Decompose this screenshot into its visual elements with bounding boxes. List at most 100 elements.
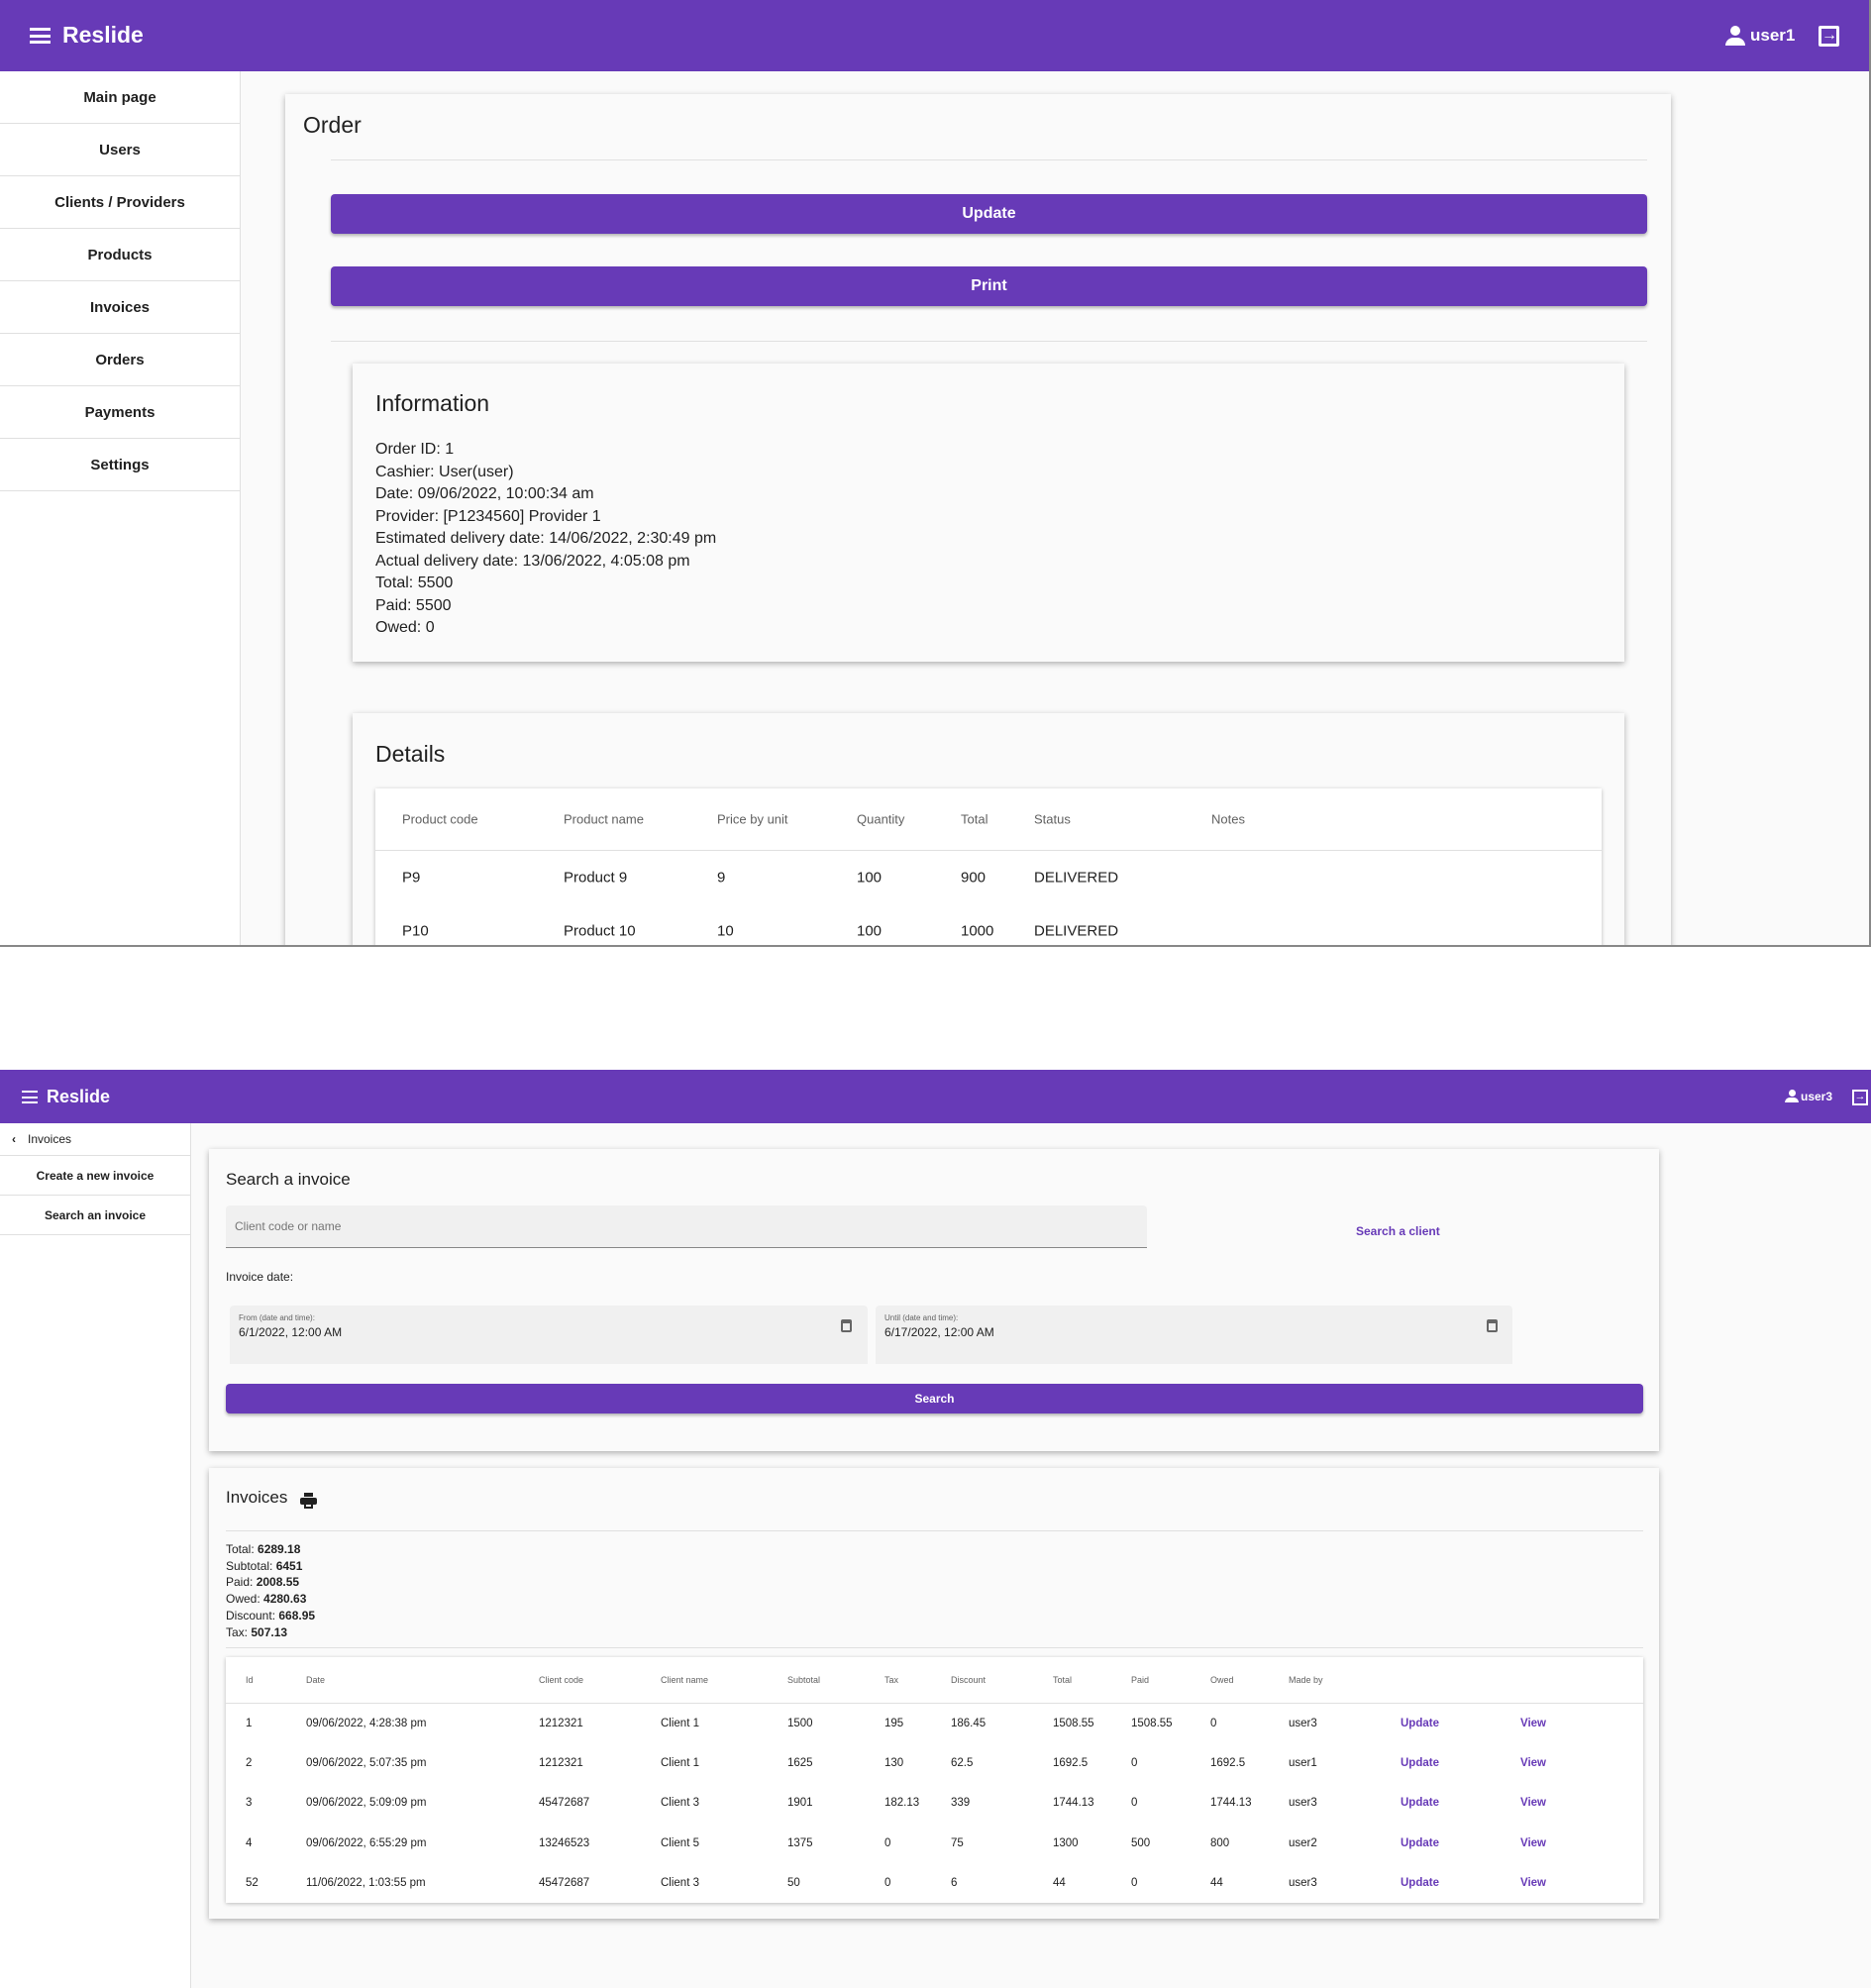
view-link[interactable]: View xyxy=(1520,1757,1546,1769)
summary-label: Paid: xyxy=(226,1575,257,1590)
update-link[interactable]: Update xyxy=(1401,1718,1439,1729)
view-link[interactable]: View xyxy=(1520,1718,1546,1729)
view-link[interactable]: View xyxy=(1520,1837,1546,1849)
app-header: Reslide user3 → xyxy=(0,1070,1871,1123)
table-cell: 1 xyxy=(246,1718,253,1729)
column-header: Status xyxy=(1034,811,1071,827)
update-link[interactable]: Update xyxy=(1401,1797,1439,1809)
column-header: Price by unit xyxy=(717,811,788,827)
table-cell: 0 xyxy=(1131,1876,1138,1889)
calendar-icon[interactable] xyxy=(1487,1319,1498,1332)
from-date-label: From (date and time): xyxy=(239,1313,315,1322)
sidebar-back-invoices[interactable]: ‹ Invoices xyxy=(0,1123,190,1156)
sidebar-item-users[interactable]: Users xyxy=(0,124,240,176)
update-button[interactable]: Update xyxy=(331,194,1647,234)
summary-label: Subtotal: xyxy=(226,1558,276,1573)
app-title: Reslide xyxy=(47,1087,111,1106)
logout-icon[interactable]: → xyxy=(1852,1090,1868,1105)
table-cell: 186.45 xyxy=(951,1718,987,1729)
username[interactable]: user3 xyxy=(1801,1090,1832,1103)
column-header: Id xyxy=(246,1675,254,1685)
sidebar-item-invoices[interactable]: Invoices xyxy=(0,281,240,334)
sidebar-item-payments[interactable]: Payments xyxy=(0,386,240,439)
update-link[interactable]: Update xyxy=(1401,1877,1439,1889)
summary-label: Owed: xyxy=(226,1592,264,1607)
sidebar-item-search-invoice[interactable]: Search an invoice xyxy=(0,1196,190,1235)
user-icon xyxy=(1725,26,1745,46)
username[interactable]: user1 xyxy=(1750,26,1795,46)
view-link[interactable]: View xyxy=(1520,1797,1546,1809)
summary-value: 2008.55 xyxy=(256,1575,300,1590)
menu-icon[interactable] xyxy=(22,1091,38,1103)
details-card: Details Product code Product name Price by… xyxy=(353,713,1624,945)
table-cell: user3 xyxy=(1289,1876,1317,1889)
table-cell: 09/06/2022, 5:07:35 pm xyxy=(306,1757,427,1770)
summary-value: 6289.18 xyxy=(258,1542,301,1556)
column-header: Owed xyxy=(1210,1675,1234,1685)
table-cell: 62.5 xyxy=(951,1757,974,1770)
table-cell: 1692.5 xyxy=(1210,1757,1246,1770)
chevron-left-icon: ‹ xyxy=(12,1132,16,1146)
from-date-field[interactable]: From (date and time): 6/1/2022, 12:00 AM xyxy=(230,1306,868,1364)
table-cell: 0 xyxy=(1131,1797,1138,1810)
page-title: Order xyxy=(303,112,362,138)
table-cell: DELIVERED xyxy=(1034,869,1119,887)
search-client-link[interactable]: Search a client xyxy=(1356,1224,1440,1238)
table-cell: 1500 xyxy=(787,1718,813,1729)
order-card: Order Update Print Information Order ID:… xyxy=(285,94,1671,945)
column-header: Product name xyxy=(564,811,644,827)
view-link[interactable]: View xyxy=(1520,1877,1546,1889)
table-cell: 182.13 xyxy=(884,1797,920,1810)
sidebar-item-create-invoice[interactable]: Create a new invoice xyxy=(0,1156,190,1196)
client-search-input[interactable]: Client code or name xyxy=(226,1205,1147,1248)
info-line: Actual delivery date: 13/06/2022, 4:05:0… xyxy=(375,552,690,570)
divider xyxy=(375,850,1602,851)
summary-label: Tax: xyxy=(226,1624,252,1639)
table-cell: 50 xyxy=(787,1876,800,1889)
table-cell: 13246523 xyxy=(539,1836,590,1849)
table-cell: DELIVERED xyxy=(1034,922,1119,940)
sidebar-item-orders[interactable]: Orders xyxy=(0,334,240,386)
column-header: Made by xyxy=(1289,1675,1323,1685)
summary-value: 4280.63 xyxy=(263,1592,307,1607)
table-cell: 44 xyxy=(1053,1876,1066,1889)
search-button[interactable]: Search xyxy=(226,1384,1643,1413)
info-line: Total: 5500 xyxy=(375,575,454,591)
print-icon[interactable] xyxy=(300,1493,317,1509)
sidebar-item-settings[interactable]: Settings xyxy=(0,439,240,491)
table-cell: 0 xyxy=(884,1836,891,1849)
until-date-field[interactable]: Until (date and time): 6/17/2022, 12:00 … xyxy=(876,1306,1512,1364)
table-cell: 900 xyxy=(961,869,987,887)
table-cell: 1300 xyxy=(1053,1836,1079,1849)
sidebar-back-label: Invoices xyxy=(28,1132,72,1146)
logout-icon[interactable]: → xyxy=(1819,26,1839,47)
table-cell: 1744.13 xyxy=(1210,1797,1252,1810)
table-cell: user3 xyxy=(1289,1718,1317,1729)
calendar-icon[interactable] xyxy=(841,1319,852,1332)
update-link[interactable]: Update xyxy=(1401,1837,1439,1849)
summary-line: Paid: 2008.55 xyxy=(226,1574,315,1591)
table-cell: 45472687 xyxy=(539,1797,590,1810)
table-cell: user1 xyxy=(1289,1757,1317,1770)
table-cell: 0 xyxy=(1131,1757,1138,1770)
table-cell: Client 1 xyxy=(661,1718,699,1729)
print-button[interactable]: Print xyxy=(331,266,1647,306)
summary-label: Discount: xyxy=(226,1608,279,1622)
info-line: Owed: 0 xyxy=(375,619,435,636)
table-cell: 0 xyxy=(884,1876,891,1889)
user-icon xyxy=(1785,1090,1799,1103)
table-cell: 1212321 xyxy=(539,1757,583,1770)
table-cell: 3 xyxy=(246,1797,253,1810)
menu-icon[interactable] xyxy=(30,28,51,44)
column-header: Client name xyxy=(661,1675,709,1685)
sidebar-item-clients-providers[interactable]: Clients / Providers xyxy=(0,176,240,229)
summary-value: 668.95 xyxy=(278,1608,316,1622)
sidebar-item-products[interactable]: Products xyxy=(0,229,240,281)
summary-line: Subtotal: 6451 xyxy=(226,1558,315,1575)
details-title: Details xyxy=(375,741,446,767)
sidebar-item-main-page[interactable]: Main page xyxy=(0,71,240,124)
table-cell: 1375 xyxy=(787,1836,813,1849)
update-link[interactable]: Update xyxy=(1401,1757,1439,1769)
invoices-screen: Reslide user3 → ‹ Invoices Create a new … xyxy=(0,1070,1871,1988)
invoices-title: Invoices xyxy=(226,1488,288,1507)
